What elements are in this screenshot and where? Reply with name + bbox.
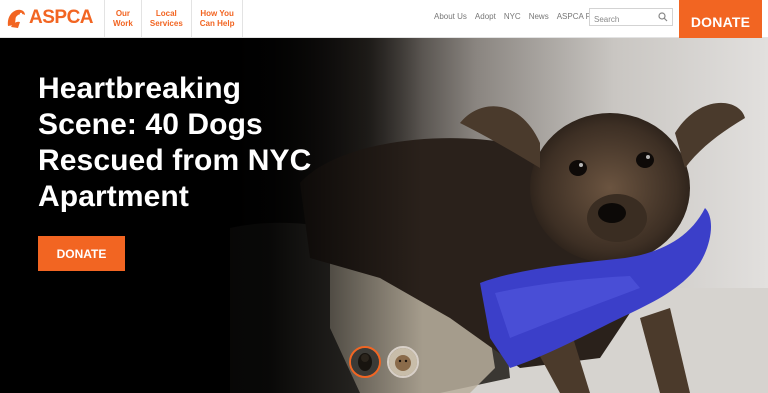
nav-local-services-line1: Local [155, 9, 177, 18]
nav-how-you-can-help[interactable]: How You Can Help [190, 0, 244, 38]
nav-our-work-line1: Our [115, 9, 131, 18]
aspca-logo-icon [7, 9, 25, 28]
nav-our-work[interactable]: Our Work [104, 0, 141, 38]
header-donate-button[interactable]: DONATE [679, 0, 762, 43]
nav-local-services-line2: Services [149, 19, 183, 28]
primary-nav: Our Work Local Services How You Can Help [104, 0, 244, 38]
carousel-thumbnails [349, 346, 419, 378]
utility-nav: About Us Adopt NYC News ASPCA Pro [434, 11, 598, 23]
util-link-news[interactable]: News [529, 11, 549, 23]
nav-our-work-line2: Work [113, 19, 133, 28]
search-input[interactable] [590, 11, 654, 28]
thumb-image-2 [389, 348, 417, 376]
hero-donate-button[interactable]: DONATE [38, 236, 125, 271]
search-box [589, 8, 673, 28]
util-link-nyc[interactable]: NYC [504, 11, 521, 23]
logo-wordmark: ASPCA [29, 7, 94, 28]
nav-how-you-can-help-line1: How You [200, 9, 234, 18]
site-header: ASPCA Our Work Local Services How You Can H… [0, 0, 768, 38]
aspca-logo[interactable]: ASPCA [5, 5, 94, 31]
thumb-image-1 [351, 348, 379, 376]
nav-how-you-can-help-line2: Can Help [199, 19, 235, 28]
hero-banner: Heartbreaking Scene: 40 Dogs Rescued fro… [0, 38, 768, 393]
carousel-thumb-1[interactable] [349, 346, 381, 378]
carousel-thumb-2[interactable] [387, 346, 419, 378]
hero-title: Heartbreaking Scene: 40 Dogs Rescued fro… [38, 72, 312, 213]
nav-local-services[interactable]: Local Services [140, 0, 191, 38]
util-link-adopt[interactable]: Adopt [475, 11, 496, 23]
search-icon[interactable] [658, 12, 668, 22]
util-link-about-us[interactable]: About Us [434, 11, 467, 23]
